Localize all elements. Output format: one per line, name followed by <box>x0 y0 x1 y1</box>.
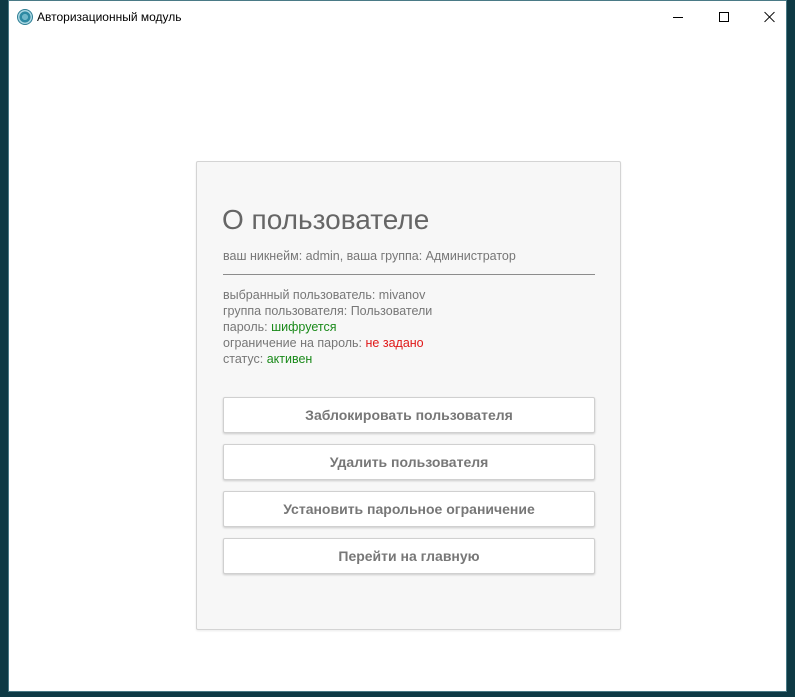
close-button[interactable] <box>747 1 793 33</box>
go-home-button[interactable]: Перейти на главную <box>223 538 595 574</box>
minimize-icon <box>673 16 683 18</box>
divider <box>223 274 595 275</box>
password-label: пароль: <box>223 320 272 334</box>
user-info-card: О пользователе ваш никнейм: admin, ваша … <box>196 161 621 630</box>
status-label: статус: <box>223 352 267 366</box>
password-value: шифруется <box>271 320 337 334</box>
app-globe-icon <box>17 9 33 25</box>
title-bar[interactable]: Авторизационный модуль <box>9 1 786 33</box>
delete-user-button[interactable]: Удалить пользователя <box>223 444 595 480</box>
maximize-icon <box>719 12 729 22</box>
selected-user-row: выбранный пользователь: mivanov <box>223 287 432 303</box>
set-password-restriction-button[interactable]: Установить парольное ограничение <box>223 491 595 527</box>
app-window: Авторизационный модуль О пользователе ва… <box>8 0 787 692</box>
maximize-button[interactable] <box>701 1 747 33</box>
status-value: активен <box>266 352 313 366</box>
minimize-button[interactable] <box>655 1 701 33</box>
password-row: пароль: шифруется <box>223 319 432 335</box>
status-row: статус: активен <box>223 351 432 367</box>
selected-user-value: mivanov <box>378 288 426 302</box>
password-restriction-value: не задано <box>365 336 424 350</box>
window-title: Авторизационный модуль <box>37 10 182 24</box>
user-group-label: группа пользователя: <box>223 304 351 318</box>
selected-user-label: выбранный пользователь: <box>223 288 379 302</box>
user-group-value: Пользователи <box>350 304 433 318</box>
current-user-info: ваш никнейм: admin, ваша группа: Админис… <box>223 249 516 263</box>
password-restriction-row: ограничение на пароль: не задано <box>223 335 432 351</box>
selected-user-details: выбранный пользователь: mivanov группа п… <box>223 287 432 367</box>
block-user-button[interactable]: Заблокировать пользователя <box>223 397 595 433</box>
user-group-row: группа пользователя: Пользователи <box>223 303 432 319</box>
password-restriction-label: ограничение на пароль: <box>223 336 366 350</box>
page-title: О пользователе <box>222 204 430 235</box>
close-icon <box>764 11 776 23</box>
